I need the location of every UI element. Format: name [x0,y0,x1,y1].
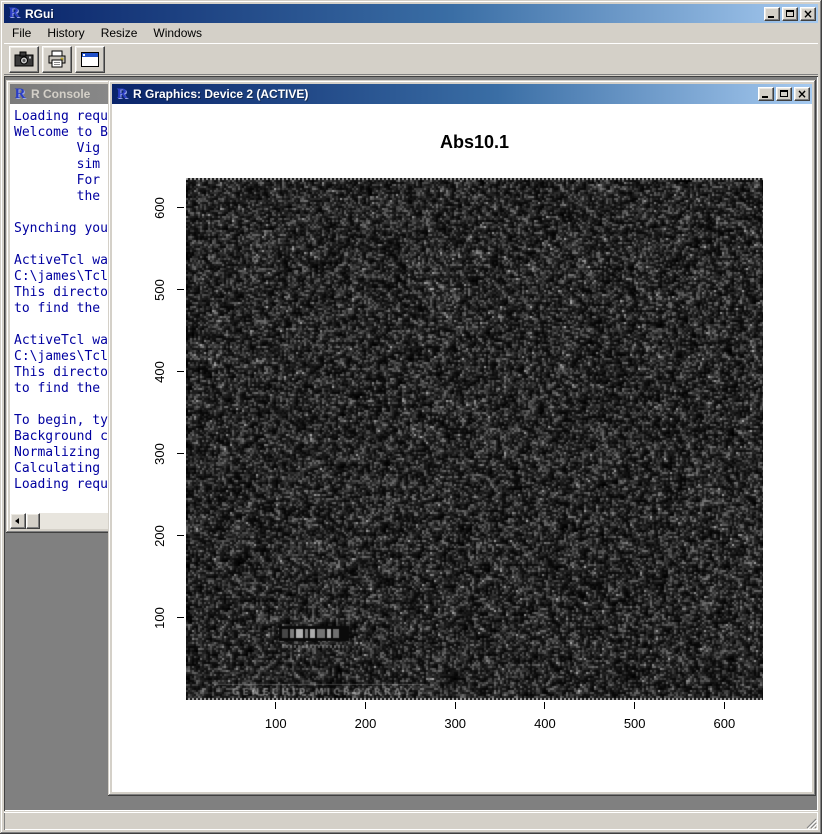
x-axis-tick [544,702,545,709]
close-icon: × [801,7,815,21]
printer-icon [47,50,67,68]
console-window-button[interactable] [75,46,105,73]
resize-grip-icon[interactable] [804,816,817,829]
y-axis-tick [177,371,184,372]
y-axis-tick-label: 500 [152,270,168,310]
minimize-icon [768,16,774,18]
graphics-close-button[interactable]: × [794,87,810,101]
graphics-minimize-button[interactable] [758,87,774,101]
console-title: R Console [31,87,90,101]
y-axis-tick [177,289,184,290]
menu-item-windows[interactable]: Windows [145,24,210,42]
plot-title: Abs10.1 [186,132,763,153]
minimize-button[interactable] [764,7,780,21]
y-axis-tick [177,207,184,208]
graphics-r-icon: R [114,87,130,102]
x-axis-tick [634,702,635,709]
console-r-icon: R [12,87,28,102]
close-icon: × [795,87,809,101]
x-axis-tick-label: 200 [345,716,385,731]
minimize-icon [762,96,768,98]
y-axis-tick [177,617,184,618]
x-axis-tick [365,702,366,709]
y-axis-tick-label: 600 [152,188,168,228]
menu-bar: FileHistoryResizeWindows [4,23,818,43]
mdi-client-area: R R Console × Loading requWelcome to B V… [4,76,818,811]
copy-to-clipboard-button[interactable] [9,46,39,73]
x-axis-tick [724,702,725,709]
toolbar [4,43,818,75]
main-titlebar[interactable]: R RGui × [4,4,818,23]
y-axis-tick-label: 400 [152,352,168,392]
y-axis-tick [177,453,184,454]
x-axis-tick-label: 100 [256,716,296,731]
graphics-titlebar[interactable]: R R Graphics: Device 2 (ACTIVE) × [112,84,812,104]
scroll-left-button[interactable] [10,513,26,529]
maximize-icon [780,90,788,97]
app-r-icon: R [6,6,22,21]
graphics-title: R Graphics: Device 2 (ACTIVE) [133,87,308,101]
close-button[interactable]: × [800,7,816,21]
maximize-icon [786,10,794,17]
x-axis-tick-label: 400 [525,716,565,731]
x-axis-tick-label: 500 [615,716,655,731]
y-axis-tick-label: 200 [152,516,168,556]
maximize-button[interactable] [782,7,798,21]
graphics-window[interactable]: R R Graphics: Device 2 (ACTIVE) × Abs10.… [108,80,816,796]
plot-area: Abs10.1 100 200 300 400 500 600 100 200 300 400 50… [112,104,812,792]
menu-item-history[interactable]: History [39,24,92,42]
y-axis-tick [177,535,184,536]
print-button[interactable] [42,46,72,73]
x-axis-tick [455,702,456,709]
y-axis-tick-label: 300 [152,434,168,474]
left-triangle-icon [15,518,19,524]
x-axis-tick-label: 600 [704,716,744,731]
scrollbar-thumb[interactable] [26,513,40,529]
graphics-maximize-button[interactable] [776,87,792,101]
camera-icon [14,51,34,67]
rgui-main-window: R RGui × FileHistoryResizeWindows [0,0,822,834]
graphics-client: Abs10.1 100 200 300 400 500 600 100 200 300 400 50… [112,104,812,792]
menu-item-file[interactable]: File [4,24,39,42]
main-window-title: RGui [25,7,54,21]
x-axis-tick [275,702,276,709]
x-axis-tick-label: 300 [435,716,475,731]
y-axis-tick-label: 100 [152,598,168,638]
menu-item-resize[interactable]: Resize [93,24,146,42]
window-icon [80,51,100,68]
status-bar [4,812,818,830]
microarray-image [186,178,763,700]
